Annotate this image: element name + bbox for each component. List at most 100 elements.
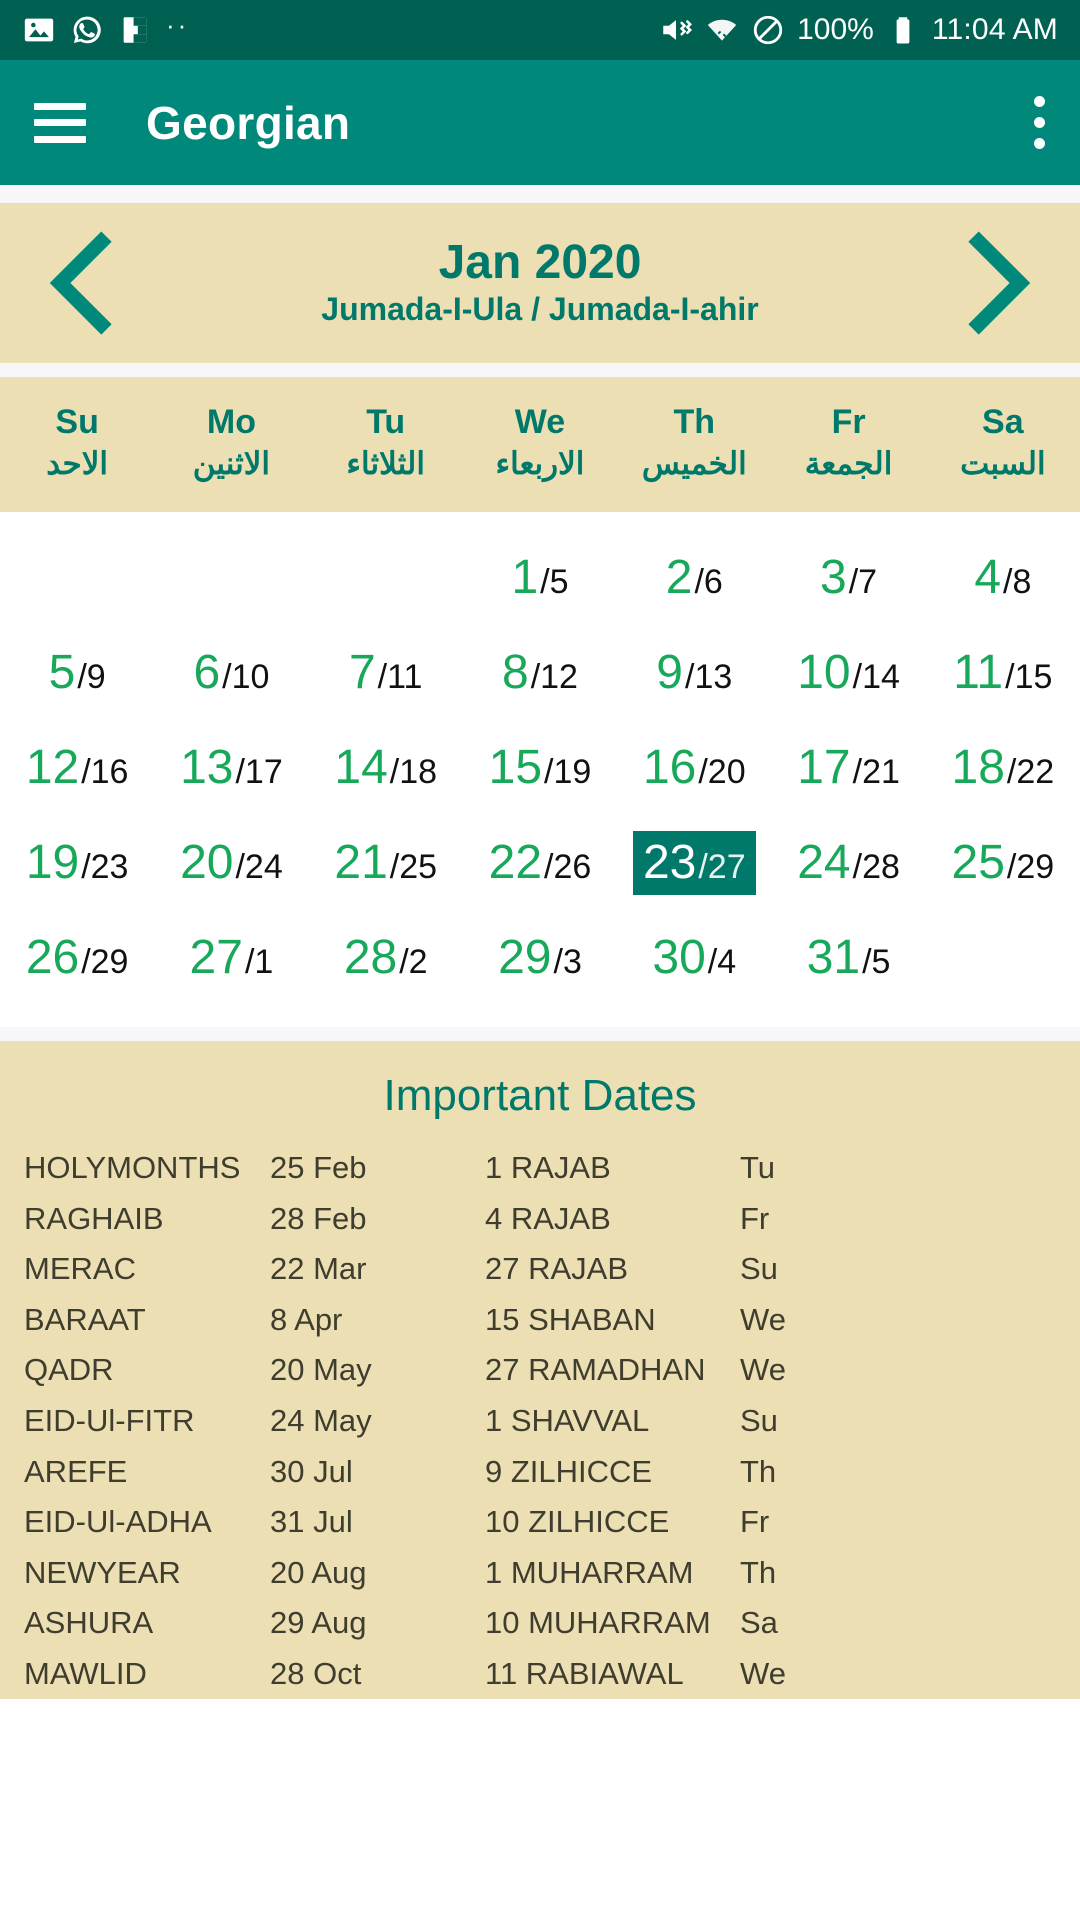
weekday-abbr: Sa [982, 403, 1024, 441]
gregorian-day: 3 [820, 550, 847, 604]
gregorian-day: 25 [951, 835, 1005, 889]
calendar-cell[interactable]: 31/5 [771, 910, 925, 1005]
table-row: MERAC 22 Mar 27 RAJAB Su [0, 1244, 1080, 1295]
calendar-cell-pill: 17/21 [787, 736, 910, 800]
weekday-arabic: الاحد [46, 446, 108, 482]
gregorian-day: 6 [193, 645, 221, 699]
calendar-cell[interactable]: 22/26 [463, 815, 617, 910]
page-title: Georgian [146, 96, 351, 149]
app-bar: Georgian [0, 60, 1080, 185]
calendar-cell[interactable]: 30/4 [617, 910, 771, 1005]
gregorian-day: 23 [642, 835, 697, 889]
gregorian-day: 26 [25, 930, 80, 984]
calendar-cell[interactable]: 1/5 [463, 530, 617, 625]
calendar-cell[interactable]: 3/7 [771, 530, 925, 625]
weekday-header-su: Su الاحد [0, 403, 154, 482]
event-name: RAGHAIB [24, 1200, 164, 1236]
chevron-right-icon[interactable] [934, 228, 1044, 338]
app-bar-divider [0, 185, 1080, 203]
hijri-day: /17 [235, 752, 283, 791]
gregorian-day: 13 [180, 740, 234, 794]
calendar-cell[interactable]: 12/16 [0, 720, 154, 815]
calendar-cell[interactable]: 5/9 [0, 625, 154, 720]
weekday-arabic: الاثنين [192, 446, 271, 482]
calendar-cell[interactable]: 21/25 [309, 815, 463, 910]
calendar-cell-pill: 25/29 [942, 831, 1065, 895]
calendar-cell[interactable]: 25/29 [926, 815, 1080, 910]
event-weekday: We [740, 1301, 786, 1337]
event-weekday: Fr [740, 1200, 770, 1236]
calendar-cell[interactable]: 14/18 [309, 720, 463, 815]
calendar-cell-empty [0, 530, 154, 625]
calendar-cell[interactable]: 2/6 [617, 530, 771, 625]
hijri-day: /22 [1006, 752, 1055, 791]
event-gregorian-date: 30 Jul [270, 1453, 353, 1489]
gregorian-day: 4 [974, 550, 1002, 604]
hijri-day: /5 [540, 562, 569, 601]
gregorian-day: 15 [488, 740, 543, 794]
calendar-week-row: 12/16 13/17 14/18 15/19 16/20 17/21 18/22 [0, 720, 1080, 815]
event-weekday: Th [740, 1554, 777, 1590]
hijri-day: /27 [698, 847, 746, 886]
calendar-cell[interactable]: 28/2 [309, 910, 463, 1005]
calendar-cell[interactable]: 10/14 [771, 625, 925, 720]
calendar-cell-pill: 16/20 [633, 736, 756, 800]
calendar-cell-selected[interactable]: 23/27 [617, 815, 771, 910]
hijri-day: /10 [222, 657, 270, 696]
chevron-left-icon[interactable] [36, 228, 146, 338]
month-nav-divider [0, 363, 1080, 377]
calendar-cell-pill: 14/18 [324, 736, 447, 800]
calendar-cell[interactable]: 16/20 [617, 720, 771, 815]
calendar-cell[interactable]: 24/28 [771, 815, 925, 910]
calendar-cell[interactable]: 7/11 [309, 625, 463, 720]
calendar-cell-pill: 8/12 [492, 641, 588, 705]
calendar-cell[interactable]: 9/13 [617, 625, 771, 720]
calendar-cell[interactable]: 8/12 [463, 625, 617, 720]
event-hijri-date: 9 ZILHICCE [485, 1453, 653, 1489]
calendar-grid: 1/5 2/6 3/7 4/8 5/9 6/10 7/11 8/12 9/13 10/14 11/1… [0, 512, 1080, 1028]
weekday-header-th: Th الخميس [617, 403, 771, 482]
event-weekday: We [740, 1655, 786, 1691]
calendar-cell-pill: 10/14 [787, 641, 910, 705]
calendar-cell-pill: 12/16 [16, 736, 139, 800]
weekday-abbr: Fr [831, 403, 866, 441]
event-name: EID-Ul-ADHA [24, 1504, 212, 1540]
calendar-cell[interactable]: 13/17 [154, 720, 308, 815]
calendar-cell[interactable]: 4/8 [926, 530, 1080, 625]
hamburger-menu-icon[interactable] [34, 102, 86, 143]
calendar-cell-pill: 19/23 [16, 831, 139, 895]
calendar-cell[interactable]: 6/10 [154, 625, 308, 720]
calendar-week-row: 26/29 27/1 28/2 29/3 30/4 31/5 [0, 910, 1080, 1005]
month-navigation-bar: Jan 2020 Jumada-I-Ula / Jumada-I-ahir [0, 203, 1080, 363]
month-title: Jan 2020 [438, 235, 642, 289]
calendar-cell[interactable]: 27/1 [154, 910, 308, 1005]
event-gregorian-date: 28 Feb [270, 1200, 367, 1236]
weekday-arabic: الاربعاء [495, 446, 585, 482]
calendar-cell[interactable]: 19/23 [0, 815, 154, 910]
table-row: EID-Ul-FITR 24 May 1 SHAVVAL Su [0, 1396, 1080, 1447]
event-gregorian-date: 8 Apr [270, 1301, 343, 1337]
calendar-cell[interactable]: 15/19 [463, 720, 617, 815]
hijri-day: /14 [852, 657, 900, 696]
weekday-header-row: Su الاحد Mo الاثنين Tu الثلاثاء We الاربعاء Th ال… [0, 377, 1080, 513]
calendar-cell[interactable]: 18/22 [926, 720, 1080, 815]
flipboard-icon [123, 17, 147, 43]
calendar-cell[interactable]: 29/3 [463, 910, 617, 1005]
hijri-day: /25 [389, 847, 438, 886]
weekday-abbr: Su [55, 403, 99, 441]
calendar-cell[interactable]: 20/24 [154, 815, 308, 910]
hijri-day: /13 [685, 657, 733, 696]
calendar-cell[interactable]: 17/21 [771, 720, 925, 815]
calendar-cell-pill: 26/29 [16, 926, 139, 990]
gregorian-day: 29 [498, 930, 552, 984]
weekday-header-mo: Mo الاثنين [154, 403, 308, 482]
calendar-cell[interactable]: 26/29 [0, 910, 154, 1005]
calendar-cell-empty [926, 910, 1080, 1005]
table-row: NEWYEAR 20 Aug 1 MUHARRAM Th [0, 1548, 1080, 1599]
weekday-header-we: We الاربعاء [463, 403, 617, 482]
overflow-menu-icon[interactable] [1032, 96, 1046, 149]
event-weekday: Su [740, 1251, 778, 1287]
calendar-cell[interactable]: 11/15 [926, 625, 1080, 720]
weekday-header-tu: Tu الثلاثاء [309, 403, 463, 482]
event-gregorian-date: 24 May [270, 1402, 372, 1438]
